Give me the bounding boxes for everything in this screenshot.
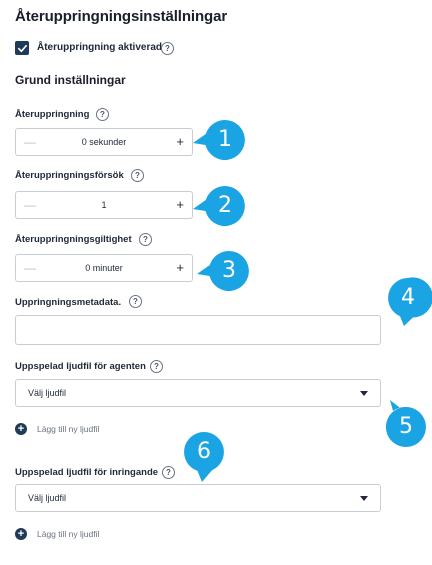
increment-button[interactable]: + bbox=[176, 260, 184, 275]
callout-marker-3: 3 bbox=[197, 249, 251, 293]
callback-enabled-checkbox[interactable] bbox=[15, 41, 29, 55]
callout-number: 1 bbox=[218, 127, 232, 152]
agent-audio-select[interactable]: Välj ljudfil bbox=[15, 379, 381, 407]
callout-marker-5: 5 bbox=[384, 400, 428, 449]
validity-label: Återuppringningsgiltighet bbox=[15, 234, 132, 245]
callout-number: 4 bbox=[401, 285, 415, 310]
select-value: Välj ljudfil bbox=[28, 388, 67, 398]
caller-audio-select[interactable]: Välj ljudfil bbox=[15, 484, 381, 512]
stepper-value: 0 minuter bbox=[85, 263, 123, 273]
help-icon[interactable]: ? bbox=[150, 360, 163, 373]
callout-number: 2 bbox=[218, 193, 232, 218]
plus-circle-icon: + bbox=[15, 528, 27, 540]
callback-label: Återuppringning bbox=[15, 109, 90, 120]
add-audio-label: Lägg till ny ljudfil bbox=[37, 529, 100, 539]
validity-stepper[interactable]: — 0 minuter + bbox=[15, 254, 193, 282]
checkmark-icon bbox=[17, 44, 27, 52]
help-icon[interactable]: ? bbox=[129, 295, 142, 308]
callout-marker-2: 2 bbox=[193, 184, 247, 228]
help-icon[interactable]: ? bbox=[131, 169, 144, 182]
page-title: Återuppringningsinställningar bbox=[15, 8, 228, 25]
attempts-label: Återuppringningsförsök bbox=[15, 170, 124, 181]
callout-number: 5 bbox=[399, 414, 413, 439]
callback-stepper[interactable]: — 0 sekunder + bbox=[15, 128, 193, 156]
increment-button[interactable]: + bbox=[176, 197, 184, 212]
caller-audio-label: Uppspelad ljudfil för inringande bbox=[15, 467, 159, 478]
chevron-down-icon bbox=[360, 496, 368, 501]
attempts-stepper[interactable]: — 1 + bbox=[15, 191, 193, 219]
help-icon[interactable]: ? bbox=[162, 466, 175, 479]
add-caller-audio-link[interactable]: + Lägg till ny ljudfil bbox=[15, 528, 99, 540]
chevron-down-icon bbox=[360, 391, 368, 396]
stepper-value: 1 bbox=[101, 200, 107, 210]
help-icon[interactable]: ? bbox=[96, 108, 109, 121]
callback-enabled-label: Återuppringning aktiverad bbox=[37, 42, 163, 53]
callout-number: 6 bbox=[197, 439, 211, 464]
stepper-value: 0 sekunder bbox=[81, 137, 127, 147]
metadata-label: Uppringningsmetadata. bbox=[15, 297, 122, 308]
callout-number: 3 bbox=[222, 258, 236, 283]
add-agent-audio-link[interactable]: + Lägg till ny ljudfil bbox=[15, 423, 99, 435]
plus-circle-icon: + bbox=[15, 423, 27, 435]
help-icon[interactable]: ? bbox=[161, 42, 174, 55]
section-title: Grund inställningar bbox=[15, 73, 126, 87]
callout-marker-6: 6 bbox=[182, 430, 226, 482]
callout-marker-4: 4 bbox=[386, 276, 432, 326]
help-icon[interactable]: ? bbox=[139, 233, 152, 246]
select-value: Välj ljudfil bbox=[28, 493, 67, 503]
add-audio-label: Lägg till ny ljudfil bbox=[37, 424, 100, 434]
agent-audio-label: Uppspelad ljudfil för agenten bbox=[15, 361, 146, 372]
increment-button[interactable]: + bbox=[176, 134, 184, 149]
metadata-input[interactable] bbox=[15, 315, 381, 345]
callout-marker-1: 1 bbox=[193, 118, 247, 162]
